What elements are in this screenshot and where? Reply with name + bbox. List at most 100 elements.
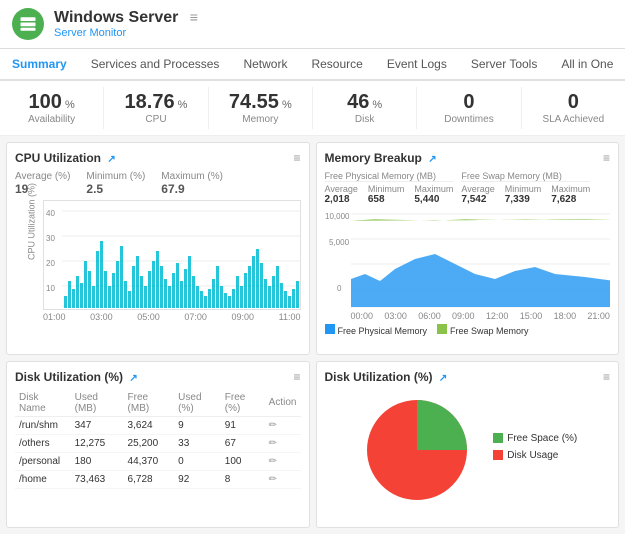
stat-cpu-value: 18.76 xyxy=(125,91,175,113)
legend-swap-dot xyxy=(437,324,447,334)
disk-table-header-row: Disk Name Used (MB) Free (MB) Used (%) F… xyxy=(15,390,301,417)
edit-btn-2[interactable]: ✏ xyxy=(269,438,277,449)
mem-physical-group: Free Physical Memory (MB) Average2,018 M… xyxy=(325,171,454,205)
disk-name-1: /run/shm xyxy=(15,416,71,434)
disk-name-3: /personal xyxy=(15,452,71,470)
memory-menu-icon[interactable]: ≡ xyxy=(603,151,610,165)
memory-card-header: Memory Breakup ↗ ≡ xyxy=(325,151,611,165)
edit-btn-4[interactable]: ✏ xyxy=(269,474,277,485)
nav-item-resource[interactable]: Resource xyxy=(299,49,374,79)
cpu-max: Maximum (%) 67.9 xyxy=(161,171,223,196)
col-free-pct: Free (%) xyxy=(221,390,265,417)
legend-free-dot xyxy=(493,433,503,443)
col-disk-name: Disk Name xyxy=(15,390,71,417)
cpu-chart-meta: Average (%) 19 Minimum (%) 2.5 Maximum (… xyxy=(15,171,301,196)
legend-disk-usage: Disk Usage xyxy=(493,450,577,461)
free-mb-2: 25,200 xyxy=(124,434,175,452)
used-pct-1: 9 xyxy=(174,416,221,434)
pie-legend: Free Space (%) Disk Usage xyxy=(493,433,577,467)
disk-table-menu-icon[interactable]: ≡ xyxy=(293,370,300,384)
cpu-chart-svg: 40 30 20 10 xyxy=(43,200,301,310)
nav-item-summary[interactable]: Summary xyxy=(0,49,79,81)
stat-memory: 74.55 % Memory xyxy=(209,87,313,129)
app-title: Windows Server xyxy=(54,9,178,26)
used-mb-1: 347 xyxy=(71,416,124,434)
disk-row-1: /run/shm 347 3,624 9 91 ✏ xyxy=(15,416,301,434)
used-mb-2: 12,275 xyxy=(71,434,124,452)
cpu-link-icon[interactable]: ↗ xyxy=(107,154,115,165)
app-subtitle: Server Monitor xyxy=(54,27,613,39)
edit-btn-3[interactable]: ✏ xyxy=(269,456,277,467)
cpu-menu-icon[interactable]: ≡ xyxy=(293,151,300,165)
memory-link-icon[interactable]: ↗ xyxy=(428,154,436,165)
stat-sla-label: SLA Achieved xyxy=(522,114,625,125)
disk-table-link-icon[interactable]: ↗ xyxy=(129,373,137,384)
free-pct-1: 91 xyxy=(221,416,265,434)
mem-swap-group: Free Swap Memory (MB) Average7,542 Minim… xyxy=(461,171,590,205)
cpu-avg: Average (%) 19 xyxy=(15,171,70,196)
free-mb-4: 6,728 xyxy=(124,470,175,488)
legend-physical-dot xyxy=(325,324,335,334)
free-pct-4: 8 xyxy=(221,470,265,488)
stat-sla-value: 0 xyxy=(568,91,579,113)
svg-text:20: 20 xyxy=(46,259,55,268)
stat-availability: 100 % Availability xyxy=(0,87,104,129)
main-content: CPU Utilization ↗ ≡ Average (%) 19 Minim… xyxy=(0,136,625,534)
cpu-x-labels: 01:00 03:00 05:00 07:00 09:00 11:00 xyxy=(15,312,301,322)
nav-item-eventlogs[interactable]: Event Logs xyxy=(375,49,459,79)
edit-btn-1[interactable]: ✏ xyxy=(269,420,277,431)
memory-legend: Free Physical Memory Free Swap Memory xyxy=(325,324,611,336)
disk-pie-card-header: Disk Utilization (%) ↗ ≡ xyxy=(325,370,611,384)
free-pct-2: 67 xyxy=(221,434,265,452)
disk-pie-menu-icon[interactable]: ≡ xyxy=(603,370,610,384)
free-pct-3: 100 xyxy=(221,452,265,470)
header-menu-icon[interactable]: ≡ xyxy=(190,9,198,25)
disk-table-title: Disk Utilization (%) ↗ xyxy=(15,370,138,384)
cpu-card-header: CPU Utilization ↗ ≡ xyxy=(15,151,301,165)
memory-chart-svg: 10,000 5,000 0 xyxy=(325,209,611,309)
svg-text:40: 40 xyxy=(46,209,55,218)
memory-chart-svg-wrapper: 10,000 5,000 0 xyxy=(325,209,611,309)
header: Windows Server ≡ Server Monitor xyxy=(0,0,625,49)
disk-row-2: /others 12,275 25,200 33 67 ✏ xyxy=(15,434,301,452)
disk-name-2: /others xyxy=(15,434,71,452)
cpu-chart-card: CPU Utilization ↗ ≡ Average (%) 19 Minim… xyxy=(6,142,310,355)
svg-text:30: 30 xyxy=(46,234,55,243)
stat-availability-label: Availability xyxy=(0,114,103,125)
free-mb-1: 3,624 xyxy=(124,416,175,434)
svg-text:0: 0 xyxy=(337,284,342,293)
disk-name-4: /home xyxy=(15,470,71,488)
nav-item-allinone[interactable]: All in One xyxy=(549,49,625,79)
svg-text:10: 10 xyxy=(46,284,55,293)
cpu-min: Minimum (%) 2.5 xyxy=(86,171,145,196)
nav-item-network[interactable]: Network xyxy=(231,49,299,79)
cpu-chart-wrapper: CPU Utilization (%) 40 30 20 10 xyxy=(15,200,301,310)
memory-chart-card: Memory Breakup ↗ ≡ Free Physical Memory … xyxy=(316,142,620,355)
stat-downtimes: 0 Downtimes xyxy=(417,87,521,129)
nav-item-servertools[interactable]: Server Tools xyxy=(459,49,549,79)
stat-disk: 46 % Disk xyxy=(313,87,417,129)
disk-table-card: Disk Utilization (%) ↗ ≡ Disk Name Used … xyxy=(6,361,310,529)
nav-item-services[interactable]: Services and Processes xyxy=(79,49,232,79)
nav-bar: Summary Services and Processes Network R… xyxy=(0,49,625,81)
col-free-mb: Free (MB) xyxy=(124,390,175,417)
used-pct-2: 33 xyxy=(174,434,221,452)
stat-cpu-label: CPU xyxy=(104,114,207,125)
disk-pie-title: Disk Utilization (%) ↗ xyxy=(325,370,448,384)
stat-downtimes-label: Downtimes xyxy=(417,114,520,125)
stats-bar: 100 % Availability 18.76 % CPU 74.55 % M… xyxy=(0,81,625,136)
stat-disk-value: 46 xyxy=(347,91,369,113)
col-used-mb: Used (MB) xyxy=(71,390,124,417)
legend-free-space: Free Space (%) xyxy=(493,433,577,444)
disk-pie-link-icon[interactable]: ↗ xyxy=(439,373,447,384)
stat-memory-value: 74.55 xyxy=(229,91,279,113)
cpu-y-label: CPU Utilization (%) xyxy=(27,183,37,260)
used-pct-3: 0 xyxy=(174,452,221,470)
pie-container: Free Space (%) Disk Usage xyxy=(325,390,611,510)
disk-row-4: /home 73,463 6,728 92 8 ✏ xyxy=(15,470,301,488)
memory-chart-meta: Free Physical Memory (MB) Average2,018 M… xyxy=(325,171,611,205)
svg-text:5,000: 5,000 xyxy=(329,238,350,247)
free-mb-3: 44,370 xyxy=(124,452,175,470)
used-mb-3: 180 xyxy=(71,452,124,470)
svg-text:10,000: 10,000 xyxy=(325,212,350,221)
